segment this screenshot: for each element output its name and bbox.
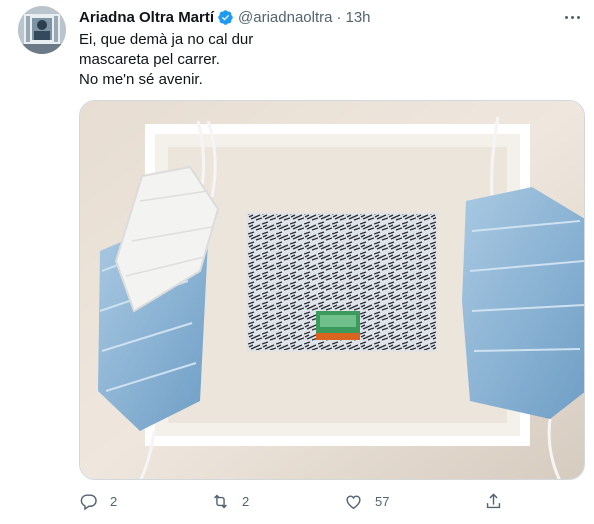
- more-options-icon[interactable]: [562, 9, 582, 25]
- avatar[interactable]: [18, 6, 66, 54]
- retweet-count: 2: [242, 493, 250, 509]
- more-dot: [564, 15, 568, 19]
- more-dot: [576, 15, 580, 19]
- reply-count: 2: [110, 493, 118, 509]
- heart-icon: [346, 495, 361, 509]
- reply-icon: [80, 493, 97, 510]
- share-icon: [486, 492, 501, 508]
- retweet-button[interactable]: 2: [211, 490, 249, 512]
- tweet-text: Ei, que demà ja no cal dur mascareta pel…: [79, 30, 579, 90]
- timestamp[interactable]: 13h: [345, 9, 370, 26]
- like-button[interactable]: 57: [344, 490, 389, 512]
- tweet-text-line: Ei, que demà ja no cal dur: [79, 31, 254, 48]
- tweet-text-line: mascareta pel carrer.: [79, 51, 220, 68]
- more-dot: [570, 15, 574, 19]
- tweet-header: Ariadna Oltra Martí @ariadnaoltra · 13h: [79, 7, 371, 27]
- retweet-icon: [214, 494, 227, 508]
- reply-button[interactable]: 2: [79, 490, 117, 512]
- verified-badge-icon: [218, 9, 233, 25]
- tweet-actions: 2 2 57: [79, 490, 509, 512]
- share-button[interactable]: [484, 490, 503, 512]
- photo-image: [80, 101, 584, 479]
- tweet-card[interactable]: Ariadna Oltra Martí @ariadnaoltra · 13h …: [0, 0, 594, 524]
- avatar-image: [18, 6, 66, 54]
- tweet-photo[interactable]: [79, 100, 585, 480]
- user-handle[interactable]: @ariadnaoltra: [238, 9, 332, 26]
- display-name[interactable]: Ariadna Oltra Martí: [79, 9, 214, 26]
- tweet-text-line: No me'n sé avenir.: [79, 71, 203, 88]
- separator-dot: ·: [336, 8, 342, 26]
- like-count: 57: [375, 493, 390, 509]
